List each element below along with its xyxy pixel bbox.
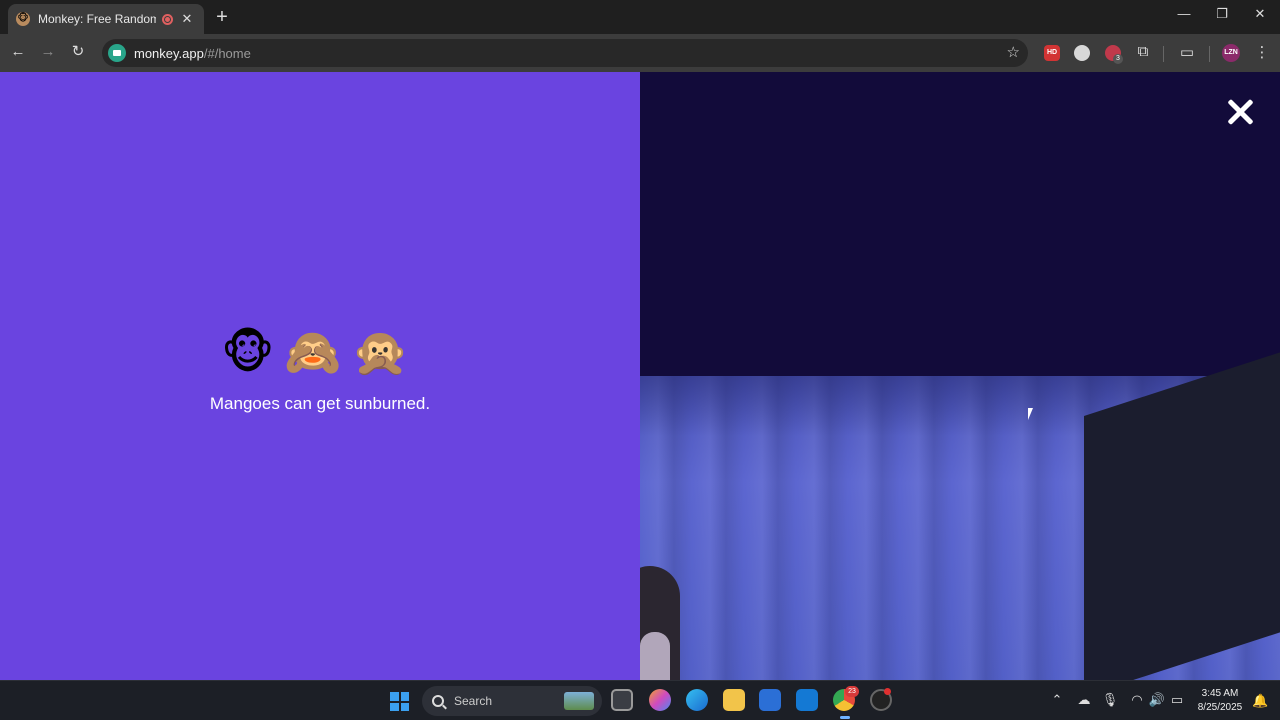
extension-hd-icon[interactable]: HD bbox=[1044, 45, 1060, 61]
copilot-icon[interactable] bbox=[649, 689, 671, 711]
site-info-icon[interactable] bbox=[108, 44, 126, 62]
url-path: /#/home bbox=[203, 45, 251, 61]
tab-title: Monkey: Free Random Video Chat bbox=[38, 12, 156, 26]
taskbar-search-box[interactable]: Search bbox=[422, 686, 602, 716]
edge-icon[interactable] bbox=[686, 689, 708, 711]
recording-indicator-icon bbox=[162, 13, 173, 25]
active-app-indicator bbox=[840, 716, 850, 719]
chrome-notification-badge: 23 bbox=[845, 686, 859, 697]
waiting-panel: 🐵🙈🙊 Mangoes can get sunburned. bbox=[0, 72, 640, 680]
task-view-icon[interactable] bbox=[611, 689, 633, 711]
bookmark-star-icon[interactable]: ☆ bbox=[1007, 43, 1020, 61]
video-panel bbox=[640, 72, 1280, 680]
monkey-emoji-row: 🐵🙈🙊 bbox=[0, 324, 640, 380]
clock-date: 8/25/2025 bbox=[1197, 702, 1243, 713]
close-icon[interactable] bbox=[1226, 98, 1254, 126]
battery-icon[interactable]: ▭ bbox=[1168, 692, 1186, 708]
taskbar-clock[interactable]: 3:45 AM 8/25/2025 bbox=[1190, 687, 1250, 715]
self-camera-preview bbox=[640, 344, 1280, 680]
browser-toolbar: ← → ↻ monkey.app /#/home ☆ HD 3 ⧉ ▭ LZN … bbox=[0, 34, 1280, 72]
forward-button[interactable]: → bbox=[38, 42, 58, 62]
extension-circle-icon[interactable] bbox=[1074, 45, 1090, 61]
file-explorer-icon[interactable] bbox=[723, 689, 745, 711]
see-no-evil-monkey-icon: 🐵 bbox=[221, 326, 285, 378]
outlook-icon[interactable] bbox=[796, 689, 818, 711]
notifications-bell-icon[interactable]: 🔔 bbox=[1252, 693, 1268, 709]
mouse-cursor-icon bbox=[1028, 408, 1033, 420]
browser-tab-monkey[interactable]: 🐵 Monkey: Free Random Video Chat ✕ bbox=[8, 4, 204, 34]
reload-button[interactable]: ↻ bbox=[68, 42, 88, 62]
microsoft-store-icon[interactable] bbox=[759, 689, 781, 711]
volume-icon[interactable]: 🔊 bbox=[1148, 692, 1166, 708]
url-host: monkey.app bbox=[134, 45, 204, 61]
window-minimize-button[interactable]: — bbox=[1174, 6, 1194, 21]
profile-avatar[interactable]: LZN bbox=[1222, 44, 1240, 62]
fun-fact-text: Mangoes can get sunburned. bbox=[209, 394, 431, 413]
camera-face-partial bbox=[640, 632, 670, 680]
tab-close-button[interactable]: ✕ bbox=[181, 11, 193, 27]
hear-no-evil-monkey-icon: 🙈 bbox=[284, 326, 352, 378]
speak-no-evil-monkey-icon: 🙊 bbox=[351, 326, 419, 378]
toolbar-divider bbox=[1163, 46, 1164, 62]
search-icon bbox=[432, 695, 444, 707]
window-close-button[interactable]: ✕ bbox=[1250, 6, 1270, 22]
windows-start-icon[interactable] bbox=[390, 692, 409, 711]
microphone-icon[interactable]: 🎙 bbox=[1101, 692, 1119, 708]
browser-tab-bar: 🐵 Monkey: Free Random Video Chat ✕ + — ❐… bbox=[0, 0, 1280, 34]
cast-icon[interactable]: ▭ bbox=[1177, 43, 1197, 61]
extension-badge: 3 bbox=[1113, 54, 1123, 64]
address-bar[interactable]: monkey.app /#/home ☆ bbox=[102, 39, 1028, 67]
wifi-icon[interactable]: ◠ bbox=[1128, 692, 1146, 708]
show-hidden-icons-chevron-icon[interactable]: ⌃ bbox=[1048, 692, 1066, 708]
back-button[interactable]: ← bbox=[8, 42, 28, 62]
window-restore-button[interactable]: ❐ bbox=[1212, 6, 1232, 22]
new-tab-button[interactable]: + bbox=[212, 6, 232, 28]
extensions-puzzle-icon[interactable]: ⧉ bbox=[1133, 43, 1153, 60]
obs-status-dot bbox=[884, 688, 891, 695]
windows-taskbar: Search 23 ⌃ ☁ 🎙 ◠ 🔊 ▭ 3:45 AM 8/25/2025 … bbox=[0, 680, 1280, 720]
monkey-favicon-icon: 🐵 bbox=[16, 12, 30, 26]
onedrive-icon[interactable]: ☁ bbox=[1075, 692, 1093, 708]
search-highlight-icon bbox=[564, 692, 594, 710]
browser-menu-icon[interactable]: ⋮ bbox=[1252, 43, 1272, 61]
clock-time: 3:45 AM bbox=[1201, 688, 1239, 699]
taskbar-search-placeholder: Search bbox=[454, 694, 493, 708]
toolbar-divider bbox=[1209, 46, 1210, 62]
